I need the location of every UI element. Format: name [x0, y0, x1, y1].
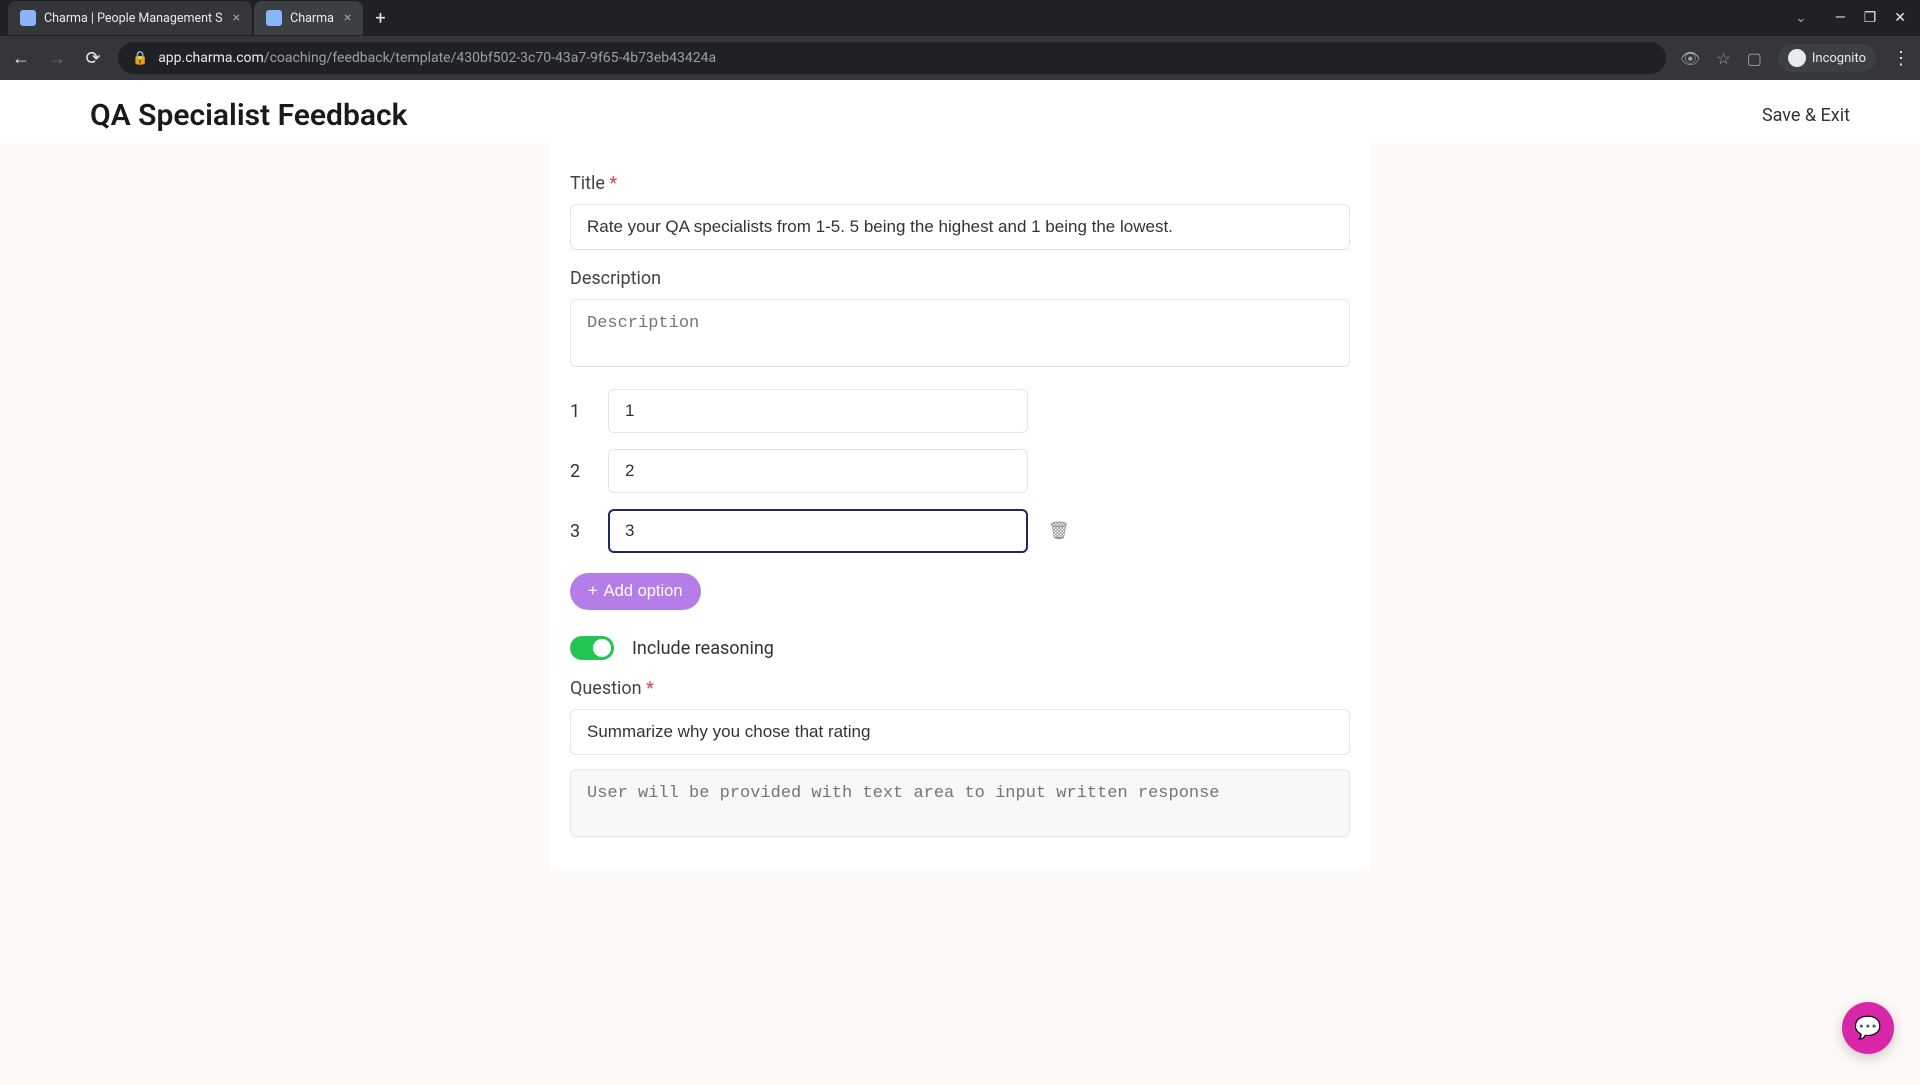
toggle-knob [593, 639, 611, 657]
forward-button[interactable]: → [46, 48, 68, 69]
reload-button[interactable]: ⟳ [82, 48, 104, 69]
browser-tab[interactable]: Charma | People Management S × [8, 1, 252, 35]
page-title: QA Specialist Feedback [90, 98, 407, 133]
close-tab-icon[interactable]: × [233, 10, 240, 26]
url-input[interactable]: 🔒 app.charma.com/coaching/feedback/templ… [118, 42, 1666, 74]
form-canvas: Title * Description 1 2 3 🗑 + Add opt [0, 145, 1920, 1085]
title-input[interactable] [570, 204, 1350, 250]
plus-icon: + [588, 582, 598, 601]
question-label: Question * [570, 678, 1350, 699]
save-exit-button[interactable]: Save & Exit [1762, 105, 1850, 126]
bookmark-icon[interactable]: ☆ [1716, 49, 1730, 68]
eye-off-icon[interactable]: 👁 [1680, 49, 1700, 68]
question-card: Title * Description 1 2 3 🗑 + Add opt [550, 145, 1370, 871]
browser-right-icons: 👁 ☆ ▢ Incognito ⋮ [1680, 44, 1910, 72]
chat-icon: 💬 [1854, 1016, 1881, 1041]
option-number: 1 [570, 401, 588, 422]
option-input[interactable] [608, 389, 1028, 433]
maximize-button[interactable]: ❐ [1864, 10, 1877, 26]
option-row: 1 [570, 389, 1350, 433]
favicon-icon [20, 10, 36, 26]
favicon-icon [266, 10, 282, 26]
tabs-dropdown-icon[interactable]: ⌄ [1795, 10, 1807, 26]
description-input[interactable] [570, 299, 1350, 367]
add-option-label: Add option [604, 582, 683, 601]
minimize-button[interactable]: — [1835, 10, 1846, 26]
tab-title: Charma | People Management S [44, 11, 223, 26]
chat-fab[interactable]: 💬 [1842, 1002, 1894, 1054]
url-host: app.charma.com [158, 50, 264, 66]
install-icon[interactable]: ▢ [1747, 49, 1762, 68]
browser-tab[interactable]: Charma × [254, 1, 363, 35]
incognito-label: Incognito [1812, 51, 1866, 66]
option-row: 2 [570, 449, 1350, 493]
add-option-button[interactable]: + Add option [570, 573, 701, 610]
tab-bar: Charma | People Management S × Charma × … [0, 0, 1920, 36]
required-indicator: * [646, 678, 654, 699]
option-input[interactable] [608, 449, 1028, 493]
question-input[interactable] [570, 709, 1350, 755]
app-header: QA Specialist Feedback Save & Exit [0, 80, 1920, 145]
url-path: /coaching/feedback/template/430bf502-3c7… [264, 50, 716, 66]
tab-title: Charma [290, 11, 334, 26]
option-input[interactable] [608, 509, 1028, 553]
description-label: Description [570, 268, 1350, 289]
back-button[interactable]: ← [10, 48, 32, 69]
option-number: 2 [570, 461, 588, 482]
include-reasoning-label: Include reasoning [632, 638, 774, 659]
option-number: 3 [570, 521, 588, 542]
close-tab-icon[interactable]: × [344, 10, 351, 26]
lock-icon: 🔒 [132, 51, 148, 66]
required-indicator: * [609, 173, 617, 194]
incognito-icon [1788, 49, 1806, 67]
option-row: 3 🗑 [570, 509, 1350, 553]
browser-menu-icon[interactable]: ⋮ [1892, 48, 1910, 69]
browser-chrome: Charma | People Management S × Charma × … [0, 0, 1920, 80]
include-reasoning-row: Include reasoning [570, 636, 1350, 660]
address-bar: ← → ⟳ 🔒 app.charma.com/coaching/feedback… [0, 36, 1920, 80]
incognito-badge[interactable]: Incognito [1778, 44, 1876, 72]
response-preview [570, 769, 1350, 837]
title-label: Title * [570, 173, 1350, 194]
new-tab-button[interactable]: + [365, 8, 395, 29]
close-window-button[interactable]: ✕ [1894, 10, 1906, 26]
include-reasoning-toggle[interactable] [570, 636, 614, 660]
delete-option-icon[interactable]: 🗑 [1048, 521, 1070, 541]
window-controls: ⌄ — ❐ ✕ [1795, 10, 1920, 26]
